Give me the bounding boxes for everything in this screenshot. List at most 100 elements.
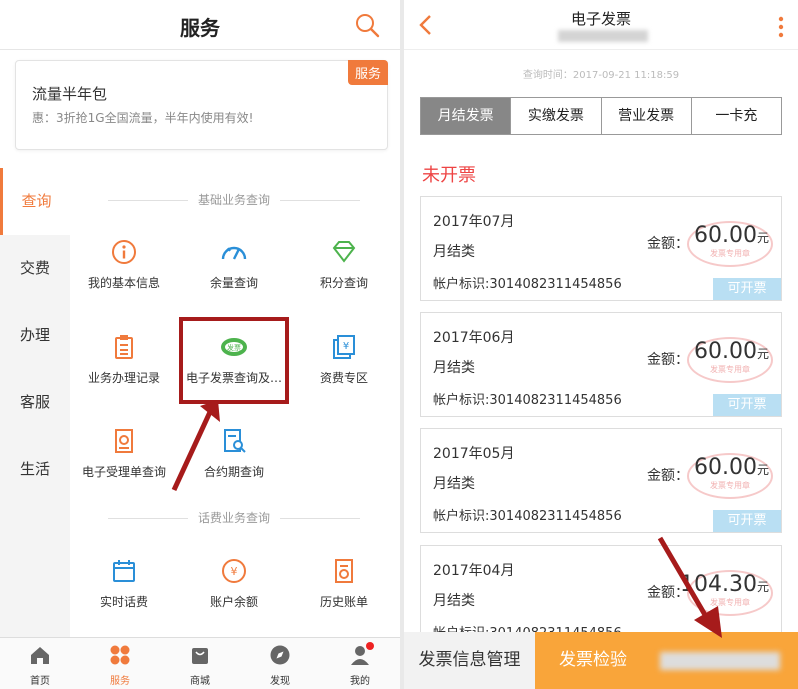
invoice-account: 帐户标识:3014082311454856 <box>433 509 622 524</box>
grid-item-label: 账户余额 <box>209 595 258 609</box>
invoice-month: 2017年05月 <box>433 446 515 462</box>
bottom-nav-discover[interactable]: 发现 <box>240 638 320 689</box>
sidenav-item-handle[interactable]: 办理 <box>0 302 70 369</box>
section-heading-basic: 基础业务查询 <box>84 191 384 208</box>
e-invoice-panel: 电子发票 查询时间：2017-09-21 11:18:59 月结发票 实缴发票 … <box>404 0 798 689</box>
invoice-card[interactable]: 2017年07月 月结类 帐户标识:3014082311454856 发票专用章… <box>420 196 782 301</box>
calendar-icon <box>74 557 174 585</box>
bag-icon <box>189 648 211 670</box>
invoice-type: 月结类 <box>433 244 475 260</box>
tab-monthly-invoice[interactable]: 月结发票 <box>421 98 512 134</box>
service-header: 服务 <box>0 0 400 50</box>
grid-item-label: 资费专区 <box>319 371 368 385</box>
sidenav-item-payment[interactable]: 交费 <box>0 235 70 302</box>
bottom-nav-label: 商城 <box>190 676 210 687</box>
invoice-card[interactable]: 2017年05月 月结类 帐户标识:3014082311454856 发票专用章… <box>420 428 782 533</box>
grid-item-account-balance[interactable]: ¥ 账户余额 <box>184 557 284 610</box>
grid-item-balance-query[interactable]: 余量查询 <box>184 238 284 291</box>
invoice-month: 2017年04月 <box>433 563 515 579</box>
redacted-phone <box>558 30 648 42</box>
issue-invoice-button[interactable]: 可开票 <box>713 278 781 300</box>
bottom-nav-home[interactable]: 首页 <box>0 638 80 689</box>
gauge-icon <box>184 238 284 266</box>
grid-item-label: 业务办理记录 <box>87 371 160 385</box>
promo-subtitle: 惠：3折抢1G全国流量，半年内使用有效! <box>32 111 254 125</box>
receipt-icon <box>74 427 174 455</box>
bottom-nav-label: 首页 <box>30 676 50 687</box>
bottom-nav-label: 发现 <box>270 676 290 687</box>
bill-history-icon <box>294 557 394 585</box>
sidenav-filler <box>0 503 70 637</box>
bottom-nav-mall[interactable]: 商城 <box>160 638 240 689</box>
more-vertical-icon[interactable] <box>778 16 784 42</box>
bottom-nav: 首页 服务 商城 发现 我的 <box>0 637 400 689</box>
clipboard-icon <box>74 333 174 361</box>
invoice-verify-button[interactable]: 发票检验 <box>535 632 798 689</box>
bottom-nav-label: 我的 <box>350 676 370 687</box>
amount-label: 金额： <box>647 468 689 484</box>
bottom-nav-mine[interactable]: 我的 <box>320 638 400 689</box>
section-heading-billing: 话费业务查询 <box>84 509 384 526</box>
grid-item-label: 余量查询 <box>209 276 258 290</box>
compass-icon <box>269 645 291 670</box>
invoice-month: 2017年07月 <box>433 214 515 230</box>
search-icon[interactable] <box>354 12 380 42</box>
grid-item-label: 合约期查询 <box>203 465 264 479</box>
invoice-verify-label: 发票检验 <box>559 650 627 670</box>
amount-label: 金额： <box>647 352 689 368</box>
promo-tag: 服务 <box>347 60 388 85</box>
invoice-amount: 60.00元 <box>694 223 769 248</box>
info-icon <box>74 238 174 266</box>
tab-paid-invoice[interactable]: 实缴发票 <box>511 98 602 134</box>
invoice-month: 2017年06月 <box>433 330 515 346</box>
invoice-amount: 60.00元 <box>694 339 769 364</box>
side-nav: 查询 交费 办理 客服 生活 <box>0 168 70 503</box>
invoice-tabs: 月结发票 实缴发票 营业发票 一卡充 <box>420 97 782 135</box>
diamond-icon <box>294 238 394 266</box>
amount-label: 金额： <box>647 236 689 252</box>
promo-card[interactable]: 服务 流量半年包 惠：3折抢1G全国流量，半年内使用有效! <box>15 60 388 150</box>
invoice-type: 月结类 <box>433 360 475 376</box>
user-icon <box>349 642 374 670</box>
tab-card-recharge[interactable]: 一卡充 <box>691 98 781 134</box>
home-icon <box>29 647 51 670</box>
invoice-info-manage-button[interactable]: 发票信息管理 <box>404 632 535 689</box>
grid-item-label: 我的基本信息 <box>87 276 160 290</box>
annotation-highlight-box <box>179 317 289 404</box>
grid-item-label: 积分查询 <box>319 276 368 290</box>
service-grid-icon <box>109 645 131 670</box>
grid-item-label: 实时话费 <box>99 595 148 609</box>
grid-item-tariff[interactable]: ¥ 资费专区 <box>294 333 394 386</box>
service-panel: 服务 服务 流量半年包 惠：3折抢1G全国流量，半年内使用有效! 查询 交费 办… <box>0 0 400 689</box>
sidenav-item-support[interactable]: 客服 <box>0 369 70 436</box>
invoice-amount: 104.30元 <box>680 572 769 597</box>
grid-item-business-records[interactable]: 业务办理记录 <box>74 333 174 386</box>
invoice-header: 电子发票 <box>404 0 798 50</box>
invoice-card[interactable]: 2017年06月 月结类 帐户标识:3014082311454856 发票专用章… <box>420 312 782 417</box>
invoice-type: 月结类 <box>433 476 475 492</box>
page-title: 服务 <box>180 16 220 40</box>
grid-item-label: 电子受理单查询 <box>81 465 166 479</box>
sidenav-item-life[interactable]: 生活 <box>0 436 70 503</box>
grid-item-acceptance-form[interactable]: 电子受理单查询 <box>74 427 174 480</box>
issue-invoice-button[interactable]: 可开票 <box>713 394 781 416</box>
sidenav-item-query[interactable]: 查询 <box>0 168 70 235</box>
svg-text:¥: ¥ <box>343 341 349 352</box>
invoice-account: 帐户标识:3014082311454856 <box>433 393 622 408</box>
invoice-type: 月结类 <box>433 593 475 609</box>
promo-title: 流量半年包 <box>32 85 108 103</box>
page-title: 电子发票 <box>570 10 631 28</box>
grid-item-basic-info[interactable]: 我的基本信息 <box>74 238 174 291</box>
notification-dot <box>366 642 374 650</box>
grid-item-bill-history[interactable]: 历史账单 <box>294 557 394 610</box>
grid-item-contract-period[interactable]: 合约期查询 <box>184 427 284 480</box>
yuan-circle-icon: ¥ <box>184 557 284 585</box>
tab-business-invoice[interactable]: 营业发票 <box>601 98 692 134</box>
redacted-area <box>660 652 780 670</box>
svg-text:¥: ¥ <box>231 565 238 578</box>
issue-invoice-button[interactable]: 可开票 <box>713 510 781 532</box>
grid-item-points[interactable]: 积分查询 <box>294 238 394 291</box>
grid-item-realtime-charges[interactable]: 实时话费 <box>74 557 174 610</box>
bottom-nav-label: 服务 <box>110 676 130 687</box>
bottom-nav-service[interactable]: 服务 <box>80 638 160 689</box>
